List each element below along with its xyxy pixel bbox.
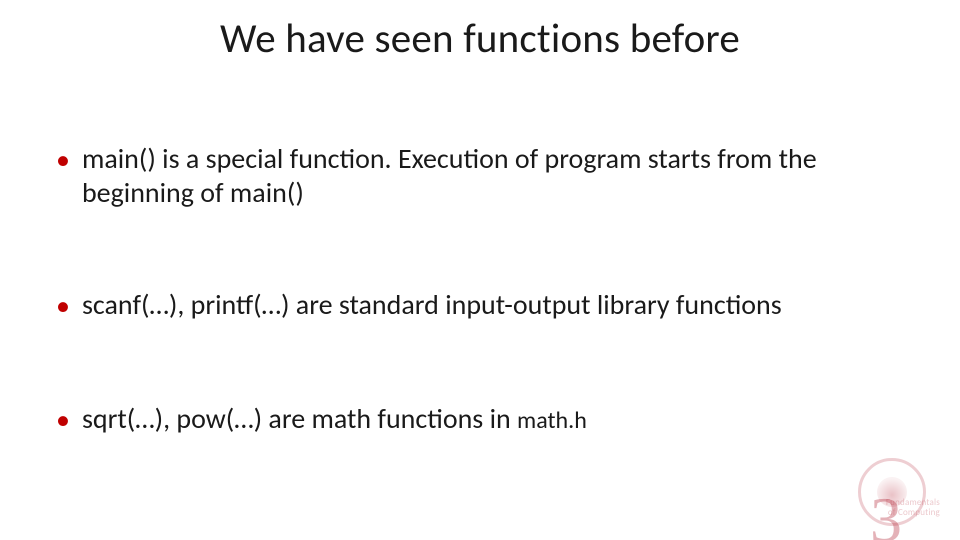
list-item: • sqrt(…), pow(…) are math functions in … [56, 402, 920, 438]
bullet-text: scanf(…), printf(…) are standard input-o… [82, 288, 782, 322]
bullet-text: sqrt(…), pow(…) are math functions in ma… [82, 402, 587, 436]
bullet-text-pre: sqrt(…), pow(…) are math functions in [82, 401, 517, 436]
bullet-icon: • [56, 402, 70, 438]
bullet-list: • main() is a special function. Executio… [0, 142, 960, 438]
bullet-icon: • [56, 288, 70, 324]
list-item: • scanf(…), printf(…) are standard input… [56, 288, 920, 324]
bullet-icon: • [56, 142, 70, 178]
slide-number: 3 [870, 488, 902, 540]
slide-title: We have seen functions before [0, 14, 960, 64]
list-item: • main() is a special function. Executio… [56, 142, 920, 210]
bullet-text-small: math.h [517, 406, 587, 435]
bullet-text: main() is a special function. Execution … [82, 142, 920, 210]
slide: We have seen functions before • main() i… [0, 14, 960, 540]
